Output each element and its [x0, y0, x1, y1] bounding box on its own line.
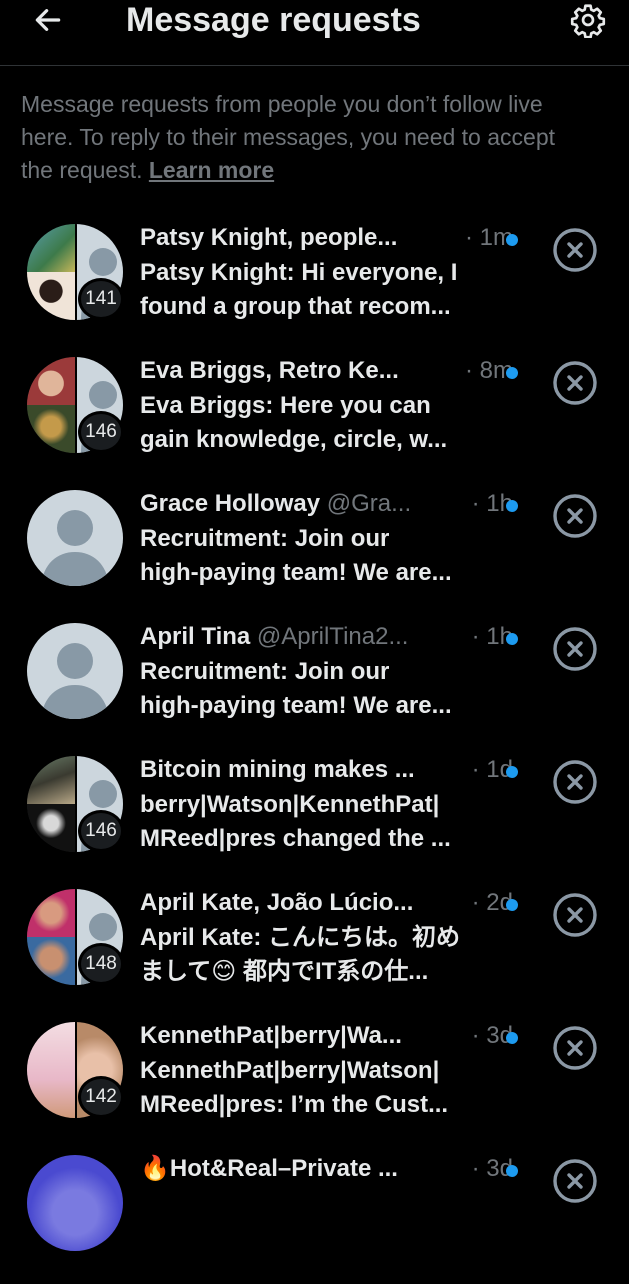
- sender-name: Patsy Knight, people...: [140, 224, 398, 251]
- learn-more-link[interactable]: Learn more: [149, 157, 274, 183]
- close-circle-icon[interactable]: [552, 227, 598, 273]
- member-count-badge: 141: [78, 278, 124, 320]
- sender-name: Bitcoin mining makes ...: [140, 756, 415, 783]
- preview-line: gain knowledge, circle, w...: [140, 426, 448, 453]
- preview-line: MReed|pres: I’m the Cust...: [140, 1091, 449, 1118]
- member-photo: [27, 937, 75, 985]
- member-photo: [27, 756, 75, 804]
- request-texts: KennethPat|berry|Wa... · 3d KennethPat|be…: [140, 1018, 525, 1122]
- request-texts: Bitcoin mining makes ... · 1d berry|Watso…: [140, 752, 525, 856]
- member-count-badge: 142: [78, 1076, 124, 1118]
- member-photo: [27, 1022, 75, 1118]
- settings-button[interactable]: [567, 0, 609, 40]
- message-preview: KennethPat|berry|Watson| MReed|pres: I’m…: [140, 1054, 525, 1122]
- timestamp: · 1m: [459, 220, 513, 256]
- default-avatar: [27, 490, 123, 586]
- request-texts: Patsy Knight, people... · 1m Patsy Knight…: [140, 220, 525, 324]
- request-texts: April Kate, João Lúcio... · 2d April Kate…: [140, 885, 525, 989]
- preview-line: まして😊 都内でIT系の仕...: [140, 958, 429, 985]
- message-preview: Recruitment: Join our high-paying team! …: [140, 655, 525, 723]
- close-circle-icon[interactable]: [552, 759, 598, 805]
- request-texts: 🔥Hot&Real–Private ... · 3d: [140, 1151, 525, 1187]
- message-preview: Eva Briggs: Here you can gain knowledge,…: [140, 389, 525, 457]
- sender-name: April Kate, João Lúcio...: [140, 889, 414, 916]
- message-preview: berry|Watson|KennethPat| MReed|pres chan…: [140, 788, 525, 856]
- close-circle-icon[interactable]: [552, 626, 598, 672]
- request-row[interactable]: 148 April Kate, João Lúcio... · 2d April …: [0, 885, 629, 1018]
- request-row[interactable]: 146 Bitcoin mining makes ... · 1d berry|W…: [0, 752, 629, 885]
- unread-dot: [506, 766, 518, 778]
- request-row[interactable]: Grace Holloway @Gra... · 1h Recruitment: …: [0, 486, 629, 619]
- info-line: Message requests from people you don’t f…: [21, 91, 543, 117]
- preview-line: MReed|pres changed the ...: [140, 825, 451, 852]
- close-circle-icon[interactable]: [552, 892, 598, 938]
- close-circle-icon[interactable]: [552, 493, 598, 539]
- unread-dot: [506, 500, 518, 512]
- member-photo: [27, 889, 75, 937]
- sender-handle: @Gra...: [326, 490, 412, 517]
- info-line: here. To reply to their messages, you ne…: [21, 124, 555, 150]
- page-title: Message requests: [126, 1, 421, 39]
- request-list: 141 Patsy Knight, people... · 1m Patsy Kn…: [0, 220, 629, 1284]
- info-line-text: the request.: [21, 157, 143, 183]
- member-photo: [27, 405, 75, 453]
- member-count-badge: 146: [78, 810, 124, 852]
- close-circle-icon[interactable]: [552, 1025, 598, 1071]
- timestamp: · 8m: [459, 353, 513, 389]
- sender-name: 🔥Hot&Real–Private ...: [140, 1155, 398, 1182]
- preview-line: Recruitment: Join our: [140, 658, 390, 685]
- request-texts: April Tina @AprilTina2... · 1h Recruitmen…: [140, 619, 525, 723]
- message-preview: April Kate: こんにちは。初め まして😊 都内でIT系の仕...: [140, 921, 525, 989]
- unread-dot: [506, 1165, 518, 1177]
- sender-name: KennethPat|berry|Wa...: [140, 1022, 402, 1049]
- sender-name: April Tina: [140, 623, 251, 650]
- sender-name: Eva Briggs, Retro Ke...: [140, 357, 399, 384]
- message-preview: Recruitment: Join our high-paying team! …: [140, 522, 525, 590]
- unread-dot: [506, 633, 518, 645]
- default-avatar: [27, 623, 123, 719]
- preview-line: KennethPat|berry|Watson|: [140, 1057, 440, 1084]
- preview-line: high-paying team! We are...: [140, 559, 452, 586]
- member-photo: [27, 1155, 123, 1251]
- request-row[interactable]: 141 Patsy Knight, people... · 1m Patsy Kn…: [0, 220, 629, 353]
- request-texts: Eva Briggs, Retro Ke... · 8m Eva Briggs: …: [140, 353, 525, 457]
- sender-name: Grace Holloway: [140, 490, 321, 517]
- member-count-badge: 146: [78, 411, 124, 453]
- member-photo: [27, 224, 75, 272]
- member-photo: [27, 357, 75, 405]
- sender-handle: @AprilTina2...: [256, 623, 409, 650]
- preview-line: Recruitment: Join our: [140, 525, 390, 552]
- close-circle-icon[interactable]: [552, 360, 598, 406]
- request-row[interactable]: April Tina @AprilTina2... · 1h Recruitmen…: [0, 619, 629, 752]
- preview-line: high-paying team! We are...: [140, 692, 452, 719]
- unread-dot: [506, 367, 518, 379]
- request-row[interactable]: 142 KennethPat|berry|Wa... · 3d KennethPa…: [0, 1018, 629, 1151]
- request-row[interactable]: 146 Eva Briggs, Retro Ke... · 8m Eva Brig…: [0, 353, 629, 486]
- info-line: the request. Learn more: [21, 154, 611, 187]
- close-circle-icon[interactable]: [552, 1158, 598, 1204]
- preview-line: April Kate: こんにちは。初め: [140, 924, 461, 951]
- gear-icon: [570, 4, 606, 38]
- preview-line: berry|Watson|KennethPat|: [140, 791, 440, 818]
- back-button[interactable]: [28, 0, 68, 40]
- member-photo: [27, 272, 75, 320]
- member-count-badge: 148: [78, 943, 124, 985]
- preview-line: Patsy Knight: Hi everyone, I: [140, 259, 458, 286]
- request-row[interactable]: 🔥Hot&Real–Private ... · 3d: [0, 1151, 629, 1284]
- preview-line: Eva Briggs: Here you can: [140, 392, 431, 419]
- member-photo: [27, 804, 75, 852]
- top-bar: Message requests: [0, 0, 629, 66]
- unread-dot: [506, 234, 518, 246]
- unread-dot: [506, 1032, 518, 1044]
- preview-line: found a group that recom...: [140, 293, 451, 320]
- unread-dot: [506, 899, 518, 911]
- request-texts: Grace Holloway @Gra... · 1h Recruitment: …: [140, 486, 525, 590]
- info-text: Message requests from people you don’t f…: [21, 88, 611, 187]
- arrow-left-icon: [35, 9, 61, 31]
- message-preview: Patsy Knight: Hi everyone, I found a gro…: [140, 256, 525, 324]
